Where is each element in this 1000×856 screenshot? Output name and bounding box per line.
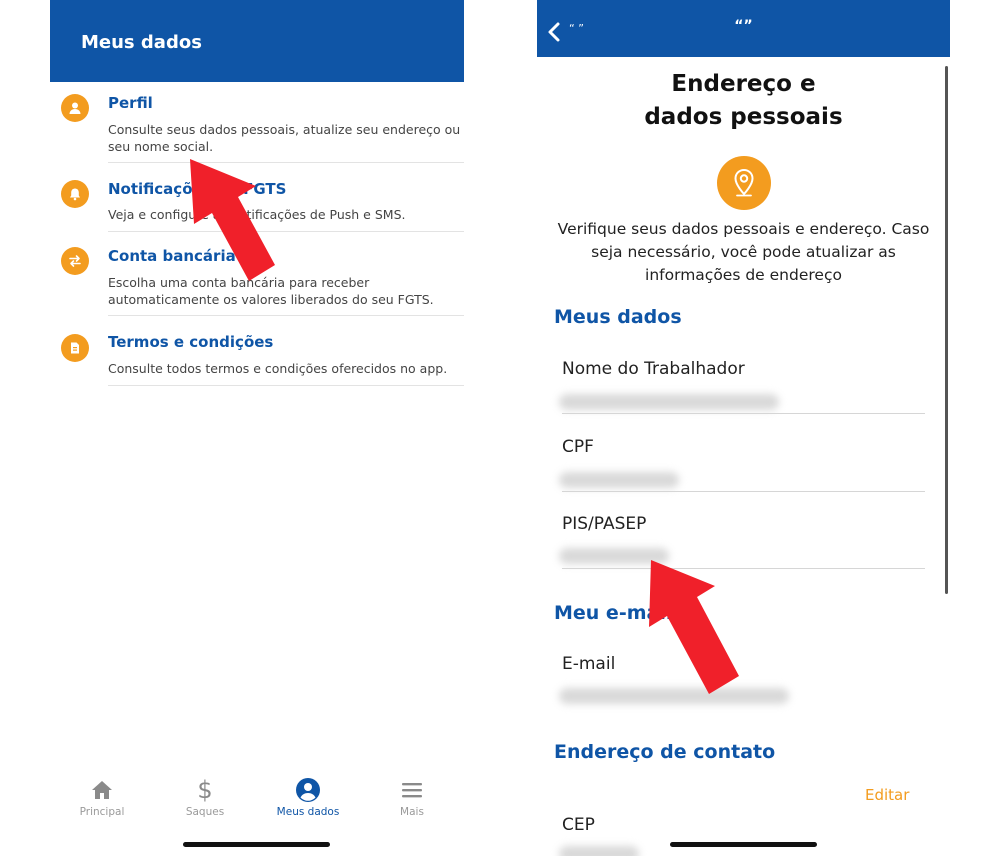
blurred-value	[559, 846, 639, 856]
menu-item-desc: Consulte todos termos e condições oferec…	[108, 361, 448, 376]
document-icon	[61, 334, 89, 362]
blurred-value	[559, 688, 789, 704]
nav-label: Saques	[185, 806, 225, 818]
section-title-endereco: Endereço de contato	[554, 741, 776, 763]
menu-item-desc: Consulte seus dados pessoais, atualize s…	[108, 122, 461, 154]
page-heading-line2: dados pessoais	[644, 104, 843, 130]
intro-text: Verifique seus dados pessoais e endereço…	[557, 220, 930, 284]
menu-item-title: Notificações do FGTS	[108, 180, 287, 198]
field-label-email: E-mail	[562, 654, 616, 674]
page-heading-line1: Endereço e	[671, 71, 816, 97]
blurred-value	[559, 394, 779, 410]
menu-icon	[398, 776, 426, 804]
field-label-cep: CEP	[562, 815, 595, 835]
nav-mais[interactable]: Mais	[372, 768, 452, 828]
divider	[562, 491, 925, 492]
app-header: Meus dados	[50, 0, 464, 82]
divider	[108, 162, 464, 163]
location-pin-icon	[717, 156, 771, 210]
menu-item-notificacoes[interactable]: Notificações do FGTS Veja e configure as…	[50, 176, 464, 232]
user-circle-icon	[294, 776, 322, 804]
divider	[108, 315, 464, 316]
bell-icon	[61, 180, 89, 208]
section-title-meus-dados: Meus dados	[554, 306, 682, 328]
dollar-icon: $	[197, 776, 213, 804]
home-icon	[88, 776, 116, 804]
menu-item-title: Termos e condições	[108, 333, 274, 351]
menu-item-conta-bancaria[interactable]: Conta bancária Escolha uma conta bancári…	[50, 243, 464, 317]
nav-principal[interactable]: Principal	[62, 768, 142, 828]
user-icon	[61, 94, 89, 122]
app-header: “ ” “”	[537, 0, 950, 57]
menu-item-perfil[interactable]: Perfil Consulte seus dados pessoais, atu…	[50, 90, 464, 163]
nav-saques[interactable]: $ Saques	[165, 768, 245, 828]
menu-item-desc: Escolha uma conta bancária para receber …	[108, 275, 434, 307]
blurred-value	[559, 472, 679, 488]
nav-meus-dados[interactable]: Meus dados	[268, 768, 348, 828]
menu-item-title: Perfil	[108, 94, 153, 112]
page-heading: Endereço e dados pessoais	[537, 68, 950, 134]
field-label-cpf: CPF	[562, 437, 594, 457]
home-indicator	[670, 842, 817, 847]
nav-label: Principal	[79, 806, 125, 818]
nav-label: Meus dados	[276, 806, 340, 818]
edit-link[interactable]: Editar	[865, 786, 909, 804]
nav-label: Mais	[400, 806, 424, 818]
field-label-nome: Nome do Trabalhador	[562, 359, 745, 379]
menu-item-title: Conta bancária	[108, 247, 236, 265]
divider	[108, 231, 464, 232]
scrollbar[interactable]	[945, 66, 948, 594]
swap-icon	[61, 247, 89, 275]
home-indicator	[183, 842, 330, 847]
field-label-pis: PIS/PASEP	[562, 514, 647, 534]
header-title: “”	[734, 18, 753, 34]
blurred-value	[559, 548, 669, 564]
menu-item-desc: Veja e configure as notificações de Push…	[108, 207, 406, 222]
divider	[562, 568, 925, 569]
page-title: Meus dados	[81, 32, 202, 53]
right-screen: “ ” “” Endereço e dados pessoais Verifiq…	[537, 0, 950, 856]
menu-item-termos[interactable]: Termos e condições Consulte todos termos…	[50, 330, 464, 386]
section-title-email: Meu e-mail	[554, 602, 673, 624]
divider	[562, 413, 925, 414]
divider	[108, 385, 464, 386]
left-screen: Meus dados Perfil Consulte seus dados pe…	[50, 0, 464, 856]
bottom-nav: Principal $ Saques Meus dados Mais	[50, 768, 464, 828]
